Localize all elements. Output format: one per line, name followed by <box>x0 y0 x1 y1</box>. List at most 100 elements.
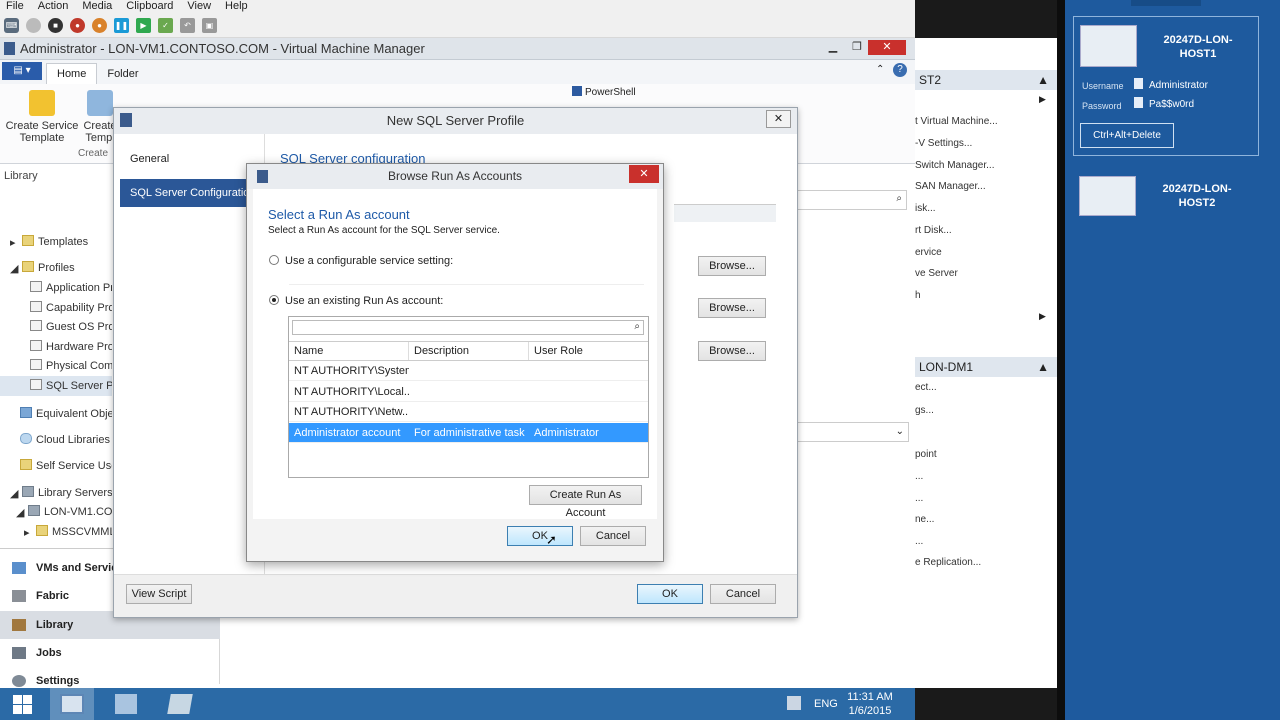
action-item[interactable]: isk... <box>915 198 936 219</box>
nav-guest-os-profiles[interactable]: Guest OS Profi <box>0 317 112 337</box>
clock[interactable]: 11:31 AM 1/6/2015 <box>842 690 898 718</box>
close-window-button[interactable]: ✕ <box>868 40 906 55</box>
table-row-selected[interactable]: Administrator account For administrative… <box>289 423 648 443</box>
copy-icon[interactable] <box>1134 97 1143 108</box>
minimize-button[interactable]: ▁ <box>822 40 844 55</box>
action-item[interactable]: SAN Manager... <box>915 176 986 197</box>
create-run-as-account-button[interactable]: Create Run As Account <box>529 485 642 519</box>
shutdown-icon[interactable]: ● <box>70 18 85 33</box>
vmm-title-bar: Administrator - LON-VM1.CONTOSO.COM - Vi… <box>0 38 915 60</box>
nav-sql-server-profiles[interactable]: SQL Server Pro <box>0 376 112 396</box>
view-script-button[interactable]: View Script <box>126 584 192 604</box>
ctrl-alt-delete-button[interactable]: Ctrl+Alt+Delete <box>1080 123 1174 148</box>
browse-button-3[interactable]: Browse... <box>698 341 766 361</box>
grid-search-input[interactable]: ⌕ <box>292 320 644 335</box>
taskbar-vmm[interactable] <box>50 688 94 720</box>
action-item[interactable]: t Virtual Machine... <box>915 111 998 132</box>
search-box[interactable]: ⌕ <box>797 190 907 210</box>
tab-home[interactable]: Home <box>46 63 98 84</box>
nav-physical-computer-profiles[interactable]: Physical Comp <box>0 356 112 376</box>
copy-icon[interactable] <box>1134 78 1143 89</box>
action-item[interactable]: gs... <box>915 400 934 421</box>
actions-group-header-host[interactable]: ST2 ▲ <box>915 70 1057 90</box>
ok-button[interactable]: OK <box>507 526 573 546</box>
wizard-step-sql-server-configuration[interactable]: SQL Server Configuration <box>120 179 265 207</box>
checkpoint-icon[interactable]: ✓ <box>158 18 173 33</box>
nav-library-share[interactable]: ▸ MSSCVMML <box>0 522 112 542</box>
table-row[interactable]: NT AUTHORITY\Netw... <box>289 402 648 422</box>
action-item[interactable]: ... <box>915 531 923 552</box>
language-indicator[interactable]: ENG <box>814 698 838 710</box>
turn-off-icon[interactable]: ■ <box>48 18 63 33</box>
details-dropdown[interactable]: ⌄ <box>797 422 909 442</box>
nav-capability-profiles[interactable]: Capability Prof <box>0 298 112 318</box>
option-configurable-service-setting[interactable]: Use a configurable service setting: <box>269 255 453 267</box>
nav-library-servers[interactable]: ◢ Library Servers <box>0 483 112 503</box>
nav-equivalent-objects[interactable]: Equivalent Obje <box>0 404 112 424</box>
tab-folder[interactable]: Folder <box>97 64 148 84</box>
menu-action[interactable]: Action <box>38 0 69 14</box>
action-item[interactable]: -V Settings... <box>915 133 972 154</box>
wizard-step-general[interactable]: General <box>130 153 169 165</box>
nav-application-profiles[interactable]: Application Pr <box>0 278 112 298</box>
table-row[interactable]: NT AUTHORITY\Local... <box>289 382 648 402</box>
menu-view[interactable]: View <box>187 0 211 14</box>
column-description[interactable]: Description <box>409 342 529 360</box>
enhanced-session-icon[interactable]: ▣ <box>202 18 217 33</box>
column-user-role[interactable]: User Role <box>529 342 648 360</box>
action-item[interactable]: ervice <box>915 242 942 263</box>
menu-file[interactable]: File <box>6 0 24 14</box>
close-dialog-button[interactable]: ✕ <box>629 165 659 183</box>
powershell-button[interactable]: PowerShell <box>572 86 636 98</box>
radio-button-selected[interactable] <box>269 295 279 305</box>
action-item[interactable]: ve Server <box>915 263 958 284</box>
action-item[interactable]: rt Disk... <box>915 220 952 241</box>
menu-help[interactable]: Help <box>225 0 248 14</box>
ctrl-alt-del-icon[interactable]: ⌨ <box>4 18 19 33</box>
profile-ok-button[interactable]: OK <box>637 584 703 604</box>
create-service-template-button[interactable]: Create Service Template <box>5 90 79 144</box>
collapse-ribbon-icon[interactable]: ⌃ <box>876 64 884 75</box>
browse-button-1[interactable]: Browse... <box>698 256 766 276</box>
power-icon[interactable]: ● <box>92 18 107 33</box>
column-name[interactable]: Name <box>289 342 409 360</box>
workspace-jobs[interactable]: Jobs <box>0 639 220 667</box>
profile-cancel-button[interactable]: Cancel <box>710 584 776 604</box>
taskbar-server-manager[interactable] <box>104 688 148 720</box>
table-row[interactable]: NT AUTHORITY\System <box>289 361 648 381</box>
nav-cloud-libraries[interactable]: Cloud Libraries <box>0 430 112 450</box>
expand-arrow-icon[interactable]: ▶ <box>1039 94 1046 105</box>
taskbar-powershell[interactable] <box>158 688 202 720</box>
action-item[interactable]: ... <box>915 466 923 487</box>
vm-card-host2[interactable]: 20247D-LON-HOST2 <box>1073 174 1273 218</box>
nav-hardware-profiles[interactable]: Hardware Profi <box>0 337 112 357</box>
radio-button[interactable] <box>269 255 279 265</box>
file-menu-button[interactable]: ▤ ▾ <box>2 62 42 80</box>
revert-icon[interactable]: ↶ <box>180 18 195 33</box>
network-icon[interactable] <box>787 696 801 710</box>
action-item[interactable]: ne... <box>915 509 934 530</box>
option-existing-run-as-account[interactable]: Use an existing Run As account: <box>269 295 443 307</box>
nav-self-service-user-content[interactable]: Self Service Use <box>0 456 112 476</box>
pause-icon[interactable]: ❚❚ <box>114 18 129 33</box>
start-icon[interactable] <box>26 18 41 33</box>
cancel-button[interactable]: Cancel <box>580 526 646 546</box>
resume-icon[interactable]: ▶ <box>136 18 151 33</box>
action-item[interactable]: ect... <box>915 377 937 398</box>
action-item[interactable]: ... <box>915 488 923 509</box>
menu-media[interactable]: Media <box>82 0 112 14</box>
close-dialog-button[interactable]: ✕ <box>766 110 791 128</box>
nav-library-server-lon-vm1[interactable]: ◢LON-VM1.CON <box>0 502 112 522</box>
expand-arrow-icon[interactable]: ▶ <box>1039 311 1046 322</box>
start-button[interactable] <box>0 688 44 720</box>
help-icon[interactable]: ? <box>893 63 907 77</box>
vm-card-host1[interactable]: 20247D-LON-HOST1 Username Administrator … <box>1073 16 1259 156</box>
action-item[interactable]: h <box>915 285 921 306</box>
action-item[interactable]: e Replication... <box>915 552 981 573</box>
restore-button[interactable]: ❐ <box>846 40 868 55</box>
action-item[interactable]: point <box>915 444 937 465</box>
menu-clipboard[interactable]: Clipboard <box>126 0 173 14</box>
actions-group-header-vm[interactable]: LON-DM1 ▲ <box>915 357 1057 377</box>
action-item[interactable]: Switch Manager... <box>915 155 994 176</box>
browse-button-2[interactable]: Browse... <box>698 298 766 318</box>
